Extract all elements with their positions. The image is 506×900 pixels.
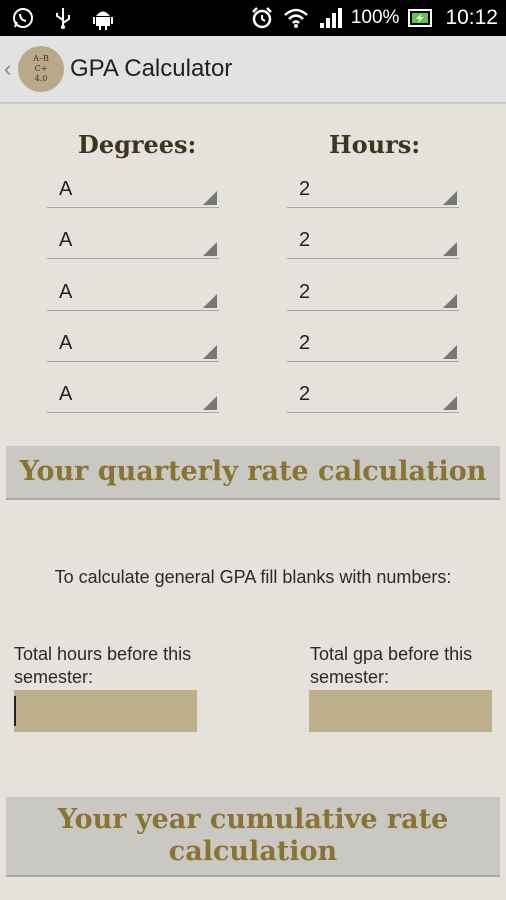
dropdown-arrow-icon: [203, 242, 217, 256]
hours-header: Hours:: [329, 130, 421, 159]
hours-value: 2: [299, 383, 311, 405]
quarterly-rate-button[interactable]: Your quarterly rate calculation: [6, 446, 500, 500]
dropdown-arrow-icon: [443, 191, 457, 205]
hours-value: 2: [299, 281, 311, 303]
logo-line: C+: [34, 64, 48, 73]
dropdown-arrow-icon: [203, 396, 217, 410]
degree-spinner-2[interactable]: A: [47, 223, 219, 259]
degree-spinner-3[interactable]: A: [47, 275, 219, 311]
degree-value: A: [59, 383, 73, 405]
hours-value: 2: [299, 332, 311, 354]
dropdown-arrow-icon: [443, 294, 457, 308]
degree-value: A: [59, 281, 73, 303]
up-navigation-icon[interactable]: ‹: [4, 56, 16, 82]
logo-line: A–B: [33, 54, 49, 63]
status-bar-right: 100% 10:12: [249, 5, 498, 31]
signal-icon: [317, 5, 343, 31]
dropdown-arrow-icon: [203, 294, 217, 308]
hours-spinner-5[interactable]: 2: [287, 377, 459, 413]
app-title: GPA Calculator: [70, 55, 233, 82]
battery-percent: 100%: [350, 7, 400, 28]
clock: 10:12: [445, 6, 498, 29]
total-hours-input[interactable]: [14, 690, 197, 732]
app-logo[interactable]: A–B C+ 4.0: [18, 46, 64, 92]
hours-value: 2: [299, 229, 311, 251]
alarm-icon: [249, 5, 275, 31]
hours-spinner-3[interactable]: 2: [287, 275, 459, 311]
degree-spinner-4[interactable]: A: [47, 326, 219, 362]
usb-icon: [50, 5, 76, 31]
dropdown-arrow-icon: [443, 345, 457, 359]
battery-icon: [407, 5, 433, 31]
dropdown-arrow-icon: [443, 396, 457, 410]
whatsapp-icon: [10, 5, 36, 31]
hours-spinner-2[interactable]: 2: [287, 223, 459, 259]
total-gpa-label: Total gpa before this semester:: [310, 644, 473, 687]
hours-value: 2: [299, 178, 311, 200]
text-cursor: [14, 696, 16, 726]
logo-line: 4.0: [34, 74, 48, 83]
year-cumulative-rate-button[interactable]: Your year cumulative rate calculation: [6, 797, 500, 877]
total-gpa-input[interactable]: [309, 690, 492, 732]
android-icon: [90, 5, 116, 31]
instruction-text: To calculate general GPA fill blanks wit…: [54, 567, 452, 587]
degree-value: A: [59, 332, 73, 354]
degree-value: A: [59, 178, 73, 200]
degree-spinner-1[interactable]: A: [47, 172, 219, 208]
degree-spinner-5[interactable]: A: [47, 377, 219, 413]
dropdown-arrow-icon: [203, 191, 217, 205]
hours-spinner-4[interactable]: 2: [287, 326, 459, 362]
status-bar-left: [10, 5, 116, 31]
total-hours-label: Total hours before this semester:: [14, 644, 192, 687]
wifi-icon: [283, 5, 309, 31]
dropdown-arrow-icon: [203, 345, 217, 359]
degrees-header: Degrees:: [78, 130, 197, 159]
degree-value: A: [59, 229, 73, 251]
hours-spinner-1[interactable]: 2: [287, 172, 459, 208]
action-bar: ‹ A–B C+ 4.0 GPA Calculator: [0, 36, 506, 104]
dropdown-arrow-icon: [443, 242, 457, 256]
status-bar: 100% 10:12: [0, 0, 506, 36]
